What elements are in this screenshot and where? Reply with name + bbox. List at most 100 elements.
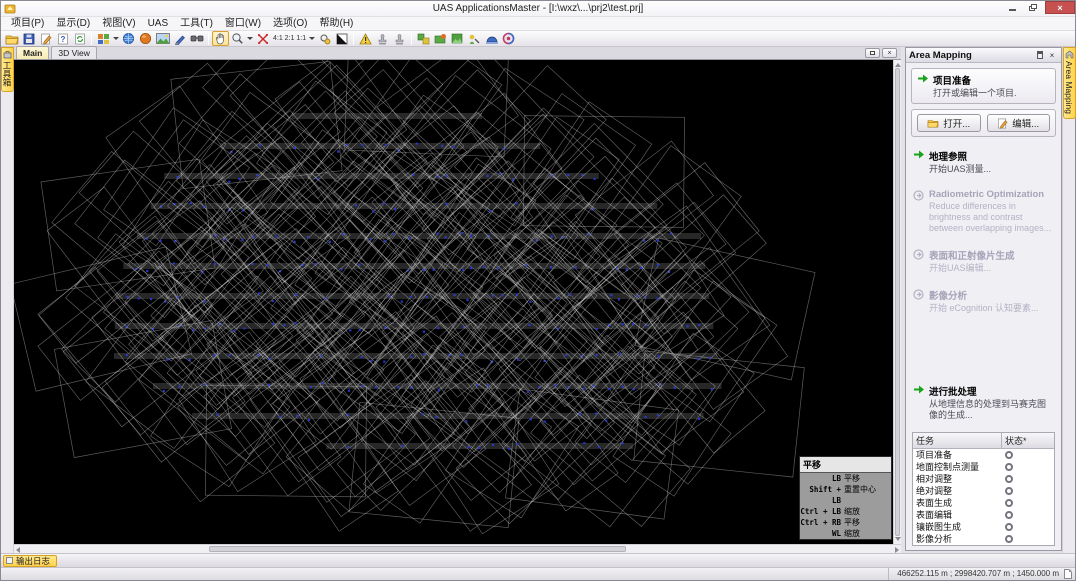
app-window: UAS ApplicationsMaster - [I:\wxz\...\prj…: [0, 0, 1076, 581]
menu-tools[interactable]: 工具(T): [174, 17, 219, 31]
step-project-preparation[interactable]: 项目准备 打开或编辑一个项目.: [917, 73, 1050, 99]
table-row[interactable]: 镶嵌图生成: [913, 521, 1054, 533]
tab-main[interactable]: Main: [16, 46, 49, 59]
restore-button[interactable]: [1023, 1, 1045, 14]
dome-view-icon[interactable]: [483, 31, 500, 46]
mdi-close-button[interactable]: ×: [882, 48, 897, 58]
display-mode-dropdown-icon[interactable]: [113, 37, 119, 40]
green-arrow-icon: [913, 384, 929, 421]
step-radiometric-optimization: Radiometric Optimization Reduce differen…: [913, 189, 1054, 234]
close-button[interactable]: ×: [1045, 1, 1075, 14]
ortho-module-icon[interactable]: [449, 31, 466, 46]
zoom-ratio-display[interactable]: 4:1 2:1 1:1: [271, 35, 308, 42]
sphere-view-icon[interactable]: [137, 31, 154, 46]
menu-window[interactable]: 窗口(W): [219, 17, 267, 31]
zoom-dropdown-icon[interactable]: [247, 37, 253, 40]
table-row[interactable]: 影像分析: [913, 533, 1054, 545]
status-column-header[interactable]: 状态*: [1002, 433, 1054, 448]
panel-spacer: [911, 321, 1056, 377]
table-row[interactable]: 表面生成: [913, 497, 1054, 509]
step-georeferencing[interactable]: 地理参照 开始UAS测量...: [913, 149, 1054, 175]
warning-icon[interactable]: [357, 31, 374, 46]
area-mapping-tab-icon: [1065, 50, 1074, 59]
open-button-label: 打开...: [943, 116, 970, 130]
refresh-project-icon[interactable]: [71, 31, 88, 46]
vertical-scroll-thumb[interactable]: [895, 68, 900, 536]
output-log-tab[interactable]: 输出日志: [3, 555, 57, 567]
step-surface-ortho-generation: 表面和正射像片生成 开始UAS编辑...: [913, 248, 1054, 274]
scroll-up-icon[interactable]: [895, 61, 901, 67]
project-report-icon[interactable]: ?: [54, 31, 71, 46]
task-status-table: 任务 状态* 项目准备 地面控制点测量 相对调整 绝对调整 表面生成 表面编辑 …: [912, 432, 1055, 546]
fit-view-icon[interactable]: [254, 31, 271, 46]
toolbar-separator: [411, 33, 412, 45]
vertical-scrollbar[interactable]: [893, 60, 901, 544]
step-title: 进行批处理: [929, 384, 1054, 398]
step-title: 地理参照: [929, 149, 991, 163]
georeference-module-icon[interactable]: [415, 31, 432, 46]
edit-project-icon[interactable]: [37, 31, 54, 46]
menu-project[interactable]: 项目(P): [5, 17, 50, 31]
table-row[interactable]: 绝对调整: [913, 485, 1054, 497]
scroll-right-icon[interactable]: [895, 547, 899, 553]
edit-button[interactable]: 编辑...: [987, 114, 1051, 132]
menu-help[interactable]: 帮助(H): [313, 17, 359, 31]
step-desc: Reduce differences in brightness and con…: [929, 201, 1054, 234]
pan-tool-icon[interactable]: [212, 31, 229, 46]
table-row[interactable]: 项目准备: [913, 449, 1054, 461]
toolbar-separator: [208, 33, 209, 45]
menu-uas[interactable]: UAS: [142, 17, 175, 31]
menu-options[interactable]: 选项(O): [267, 17, 313, 31]
statusbar: 466252.115 m ; 2998420.707 m ; 1450.000 …: [1, 567, 1075, 580]
zoom-point-icon[interactable]: [316, 31, 333, 46]
save-project-icon[interactable]: [20, 31, 37, 46]
scroll-left-icon[interactable]: [16, 547, 20, 553]
stamp-next-icon[interactable]: [391, 31, 408, 46]
table-row[interactable]: 表面编辑: [913, 509, 1054, 521]
menu-display[interactable]: 显示(D): [50, 17, 96, 31]
map-viewport[interactable]: 平移 LB平移 Shift + LB重置中心 Ctrl + LB缩放 Ctrl …: [14, 60, 893, 548]
mdi-restore-button[interactable]: [865, 48, 880, 58]
table-row[interactable]: 地面控制点测量: [913, 461, 1054, 473]
pan-legend-title: 平移: [800, 457, 891, 473]
image-view-icon[interactable]: [154, 31, 171, 46]
open-button[interactable]: 打开...: [917, 114, 981, 132]
menu-view[interactable]: 视图(V): [96, 17, 141, 31]
table-row[interactable]: 相对调整: [913, 473, 1054, 485]
minimize-button[interactable]: [1001, 1, 1023, 14]
app-icon: [4, 3, 16, 14]
dtm-module-icon[interactable]: [432, 31, 449, 46]
globe-view-icon[interactable]: [120, 31, 137, 46]
stereo-glasses-icon[interactable]: [188, 31, 205, 46]
table-header: 任务 状态*: [913, 433, 1054, 449]
toolbox-tab[interactable]: 工具箱: [1, 47, 14, 92]
stamp-prev-icon[interactable]: [374, 31, 391, 46]
area-mapping-tab[interactable]: Area Mapping: [1063, 47, 1076, 119]
task-column-header[interactable]: 任务: [913, 433, 1002, 448]
tab-3d-view[interactable]: 3D View: [51, 46, 97, 59]
photo-block-wireframe: [14, 60, 893, 548]
scroll-down-icon[interactable]: [895, 537, 901, 543]
step-image-analysis: 影像分析 开始 eCognition 认知要素...: [913, 288, 1054, 314]
contrast-icon[interactable]: [333, 31, 350, 46]
zoom-tool-icon[interactable]: [229, 31, 246, 46]
panel-close-icon[interactable]: ×: [1046, 50, 1058, 61]
project-buttons-card: 打开... 编辑...: [911, 109, 1056, 137]
horizontal-scrollbar[interactable]: [14, 544, 901, 553]
step-desc: 开始UAS编辑...: [929, 263, 1015, 274]
panel-header: Area Mapping ×: [906, 48, 1061, 63]
display-mode-icon[interactable]: [95, 31, 112, 46]
task-label: 镶嵌图生成: [913, 521, 1002, 533]
analysis-module-icon[interactable]: [466, 31, 483, 46]
horizontal-scroll-thumb[interactable]: [209, 546, 626, 552]
zoom-ratio-dropdown-icon[interactable]: [309, 37, 315, 40]
window-title: UAS ApplicationsMaster - [I:\wxz\...\prj…: [1, 3, 1075, 14]
open-project-icon[interactable]: [3, 31, 20, 46]
log-page-icon[interactable]: [1064, 569, 1072, 579]
toolbar-separator: [91, 33, 92, 45]
step-batch-processing[interactable]: 进行批处理 从地理信息的处理到马赛克图像的生成...: [913, 384, 1054, 421]
pin-icon[interactable]: [1034, 50, 1046, 61]
ecognition-icon[interactable]: [500, 31, 517, 46]
measure-pencil-icon[interactable]: [171, 31, 188, 46]
project-prep-card: 项目准备 打开或编辑一个项目.: [911, 68, 1056, 104]
